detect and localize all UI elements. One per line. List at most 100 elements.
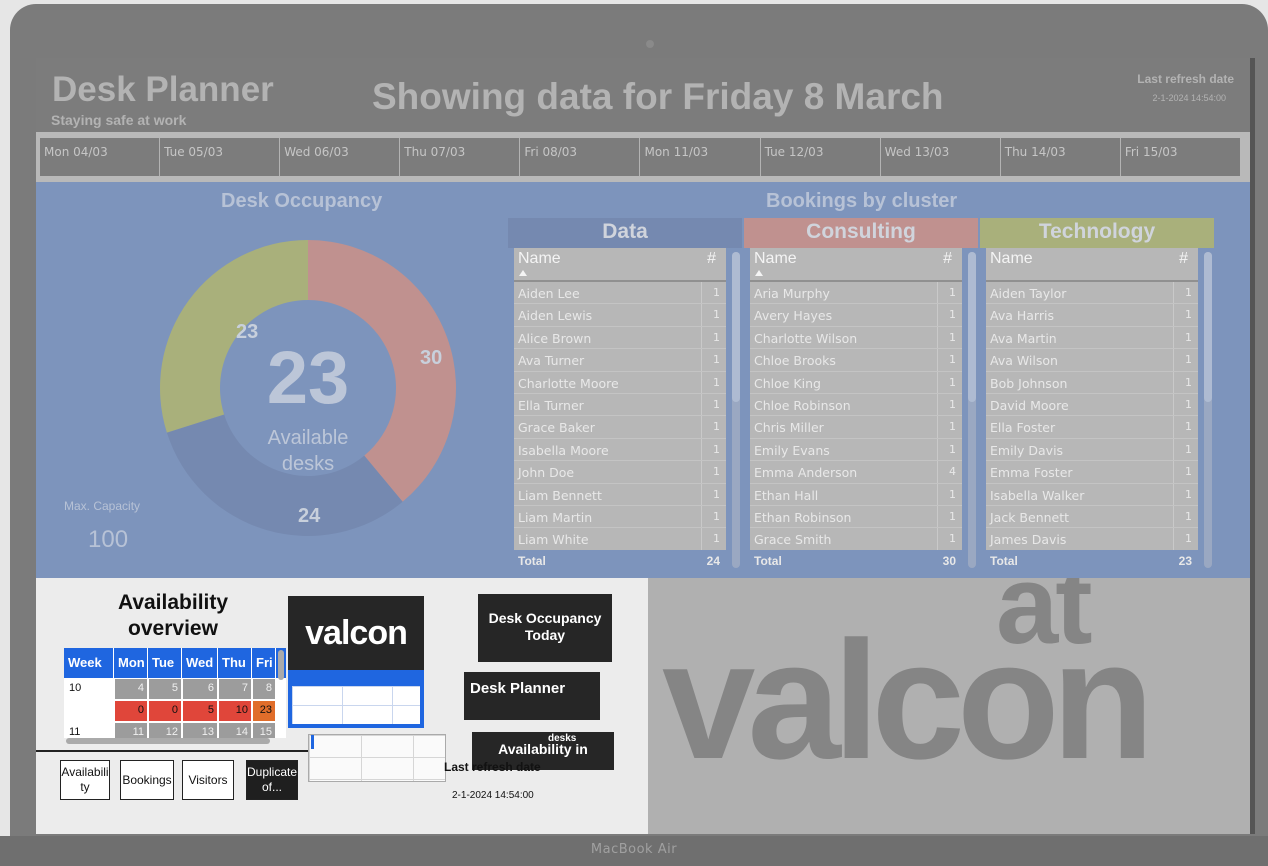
table-row[interactable]: John Doe 1 (514, 461, 726, 484)
table-row[interactable]: Aiden Lewis 1 (514, 304, 726, 327)
table-row[interactable]: Ella Foster 1 (986, 416, 1198, 439)
column-header-name[interactable]: Name (754, 250, 797, 268)
table-row[interactable]: Chris Miller 1 (750, 416, 962, 439)
bookings-nav-button[interactable]: Bookings (120, 760, 174, 800)
week-number: 11 (64, 722, 114, 738)
date-button[interactable]: Tue 12/03 (759, 138, 880, 176)
matrix-column-header[interactable]: Thu (218, 648, 252, 678)
date-button[interactable]: Thu 14/03 (999, 138, 1120, 176)
table-row[interactable]: Charlotte Wilson 1 (750, 326, 962, 350)
table-row[interactable]: Ava Wilson 1 (986, 349, 1198, 372)
bookings-title: Bookings by cluster (766, 190, 958, 212)
availability-cell: 23 (252, 700, 276, 722)
date-button[interactable]: Thu 07/03 (399, 138, 519, 176)
table-row[interactable]: David Moore 1 (986, 393, 1198, 417)
table-row[interactable]: Grace Baker 1 (514, 416, 726, 439)
table-row[interactable]: Liam Martin 1 (514, 505, 726, 529)
table-scrollbar[interactable] (1204, 252, 1212, 568)
table-row[interactable]: Alice Brown 1 (514, 326, 726, 350)
availability-cell: 5 (182, 700, 218, 722)
table-row[interactable]: Aiden Taylor 1 (986, 282, 1198, 305)
divider (36, 750, 308, 752)
person-name: Aiden Lewis (518, 308, 593, 324)
table-row[interactable]: Chloe Robinson 1 (750, 393, 962, 417)
table-scrollbar[interactable] (968, 252, 976, 568)
table-row[interactable]: Emily Evans 1 (750, 438, 962, 462)
duplicate-nav-button[interactable]: Duplicate of... (246, 760, 298, 800)
refresh-date-label: Last refresh date (1137, 72, 1234, 86)
scrollbar-thumb[interactable] (732, 252, 740, 402)
date-button[interactable]: Fri 15/03 (1119, 138, 1240, 176)
date-button[interactable]: Fri 08/03 (519, 138, 639, 176)
column-header-name[interactable]: Name (990, 250, 1033, 268)
person-name: Chloe King (754, 375, 821, 391)
table-row[interactable]: Avery Hayes 1 (750, 304, 962, 327)
date-button[interactable]: Wed 13/03 (879, 138, 1000, 176)
date-button[interactable]: Tue 05/03 (159, 138, 279, 176)
matrix-column-header[interactable]: Tue (148, 648, 182, 678)
person-name: Isabella Walker (990, 487, 1085, 503)
booking-count: 1 (1185, 353, 1192, 367)
table-row[interactable]: Emma Foster 1 (986, 461, 1198, 484)
table-row[interactable]: Emily Davis 1 (986, 438, 1198, 462)
table-row[interactable]: Charlotte Moore 1 (514, 371, 726, 394)
table-row[interactable]: James Davis 1 (986, 528, 1198, 551)
table-row[interactable]: Liam White 1 (514, 528, 726, 551)
table-row[interactable]: Ava Harris 1 (986, 304, 1198, 327)
desk-planner-tile[interactable]: Desk Planner (464, 672, 600, 720)
person-name: Chloe Robinson (754, 397, 851, 413)
bookings-table: Name # Aiden Taylor 1 Ava Harris 1 Ava Martin 1… (986, 248, 1198, 572)
scrollbar-thumb[interactable] (1204, 252, 1212, 402)
slice-label-consulting: 30 (420, 347, 442, 369)
table-row[interactable]: Aria Murphy 1 (750, 282, 962, 305)
table-row[interactable]: Jack Bennett 1 (986, 505, 1198, 529)
booking-count: 1 (1185, 375, 1192, 389)
app-title: Desk Planner (52, 70, 274, 109)
availability-title-line1: Availability (117, 591, 229, 614)
dashboard-panel: Desk Occupancy 30 24 23 23 Available des… (36, 182, 1250, 578)
table-row[interactable]: Ella Turner 1 (514, 393, 726, 417)
device-label: MacBook Air (590, 842, 678, 857)
matrix-column-header[interactable]: Week (64, 648, 114, 678)
table-row[interactable]: Ava Turner 1 (514, 349, 726, 372)
availability-matrix[interactable]: Week Mon Tue Wed Thu Fri 10 4 0 11 5 0 12 6 5 13 7 10 14 8 2… (64, 648, 286, 738)
table-row[interactable]: Emma Anderson 4 (750, 461, 962, 484)
scrollbar-thumb[interactable] (968, 252, 976, 402)
camera-icon (646, 40, 654, 48)
availability-cell: 0 (148, 700, 182, 722)
availability-nav-button[interactable]: Availabili ty (60, 760, 110, 800)
matrix-column-header[interactable]: Wed (182, 648, 218, 678)
table-row[interactable]: Chloe Brooks 1 (750, 349, 962, 372)
page-thumbnail-card[interactable] (288, 670, 424, 728)
table-row[interactable]: Aiden Lee 1 (514, 282, 726, 305)
matrix-vertical-scrollbar[interactable] (278, 650, 284, 680)
column-header-count[interactable]: # (1179, 250, 1188, 268)
table-row[interactable]: Isabella Walker 1 (986, 483, 1198, 506)
table-row[interactable]: Chloe King 1 (750, 371, 962, 394)
table-row[interactable]: Bob Johnson 1 (986, 371, 1198, 394)
sort-ascending-icon[interactable] (755, 270, 763, 276)
sort-ascending-icon[interactable] (519, 270, 527, 276)
desk-occupancy-today-tile[interactable]: Desk Occupancy Today (478, 594, 612, 662)
date-button[interactable]: Mon 11/03 (639, 138, 759, 176)
column-header-count[interactable]: # (943, 250, 952, 268)
table-row[interactable]: Ava Martin 1 (986, 326, 1198, 350)
table-row[interactable]: Ethan Hall 1 (750, 483, 962, 506)
table-scrollbar[interactable] (732, 252, 740, 568)
person-name: Chloe Brooks (754, 353, 836, 369)
table-row[interactable]: Isabella Moore 1 (514, 438, 726, 462)
matrix-horizontal-scrollbar[interactable] (66, 738, 270, 744)
visitors-nav-button[interactable]: Visitors (182, 760, 234, 800)
weekday-date: 15 (252, 722, 276, 738)
person-name: Aiden Taylor (990, 286, 1067, 301)
matrix-column-header[interactable]: Mon (114, 648, 148, 678)
date-button[interactable]: Wed 06/03 (279, 138, 399, 176)
matrix-column-header[interactable]: Fri (252, 648, 276, 678)
column-header-name[interactable]: Name (518, 250, 561, 268)
table-row[interactable]: Ethan Robinson 1 (750, 505, 962, 529)
table-row[interactable]: Grace Smith 1 (750, 528, 962, 551)
table-row[interactable]: Liam Bennett 1 (514, 483, 726, 506)
date-button[interactable]: Mon 04/03 (40, 138, 159, 176)
column-header-count[interactable]: # (707, 250, 716, 268)
app-subtitle: Staying safe at work (51, 112, 187, 128)
